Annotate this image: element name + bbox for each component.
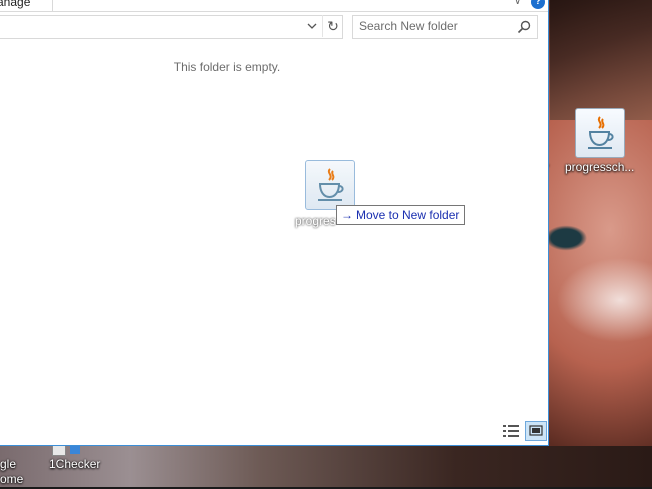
arrow-right-icon: → [341, 208, 353, 222]
refresh-icon[interactable]: ↻ [322, 15, 343, 37]
move-to-tooltip-text: Move to New folder [356, 208, 460, 222]
address-toolbar: ↻ [0, 11, 548, 45]
address-bar[interactable] [0, 15, 343, 39]
wallpaper-detail [550, 0, 652, 120]
desktop-icon-label-1checker[interactable]: 1Checker [49, 457, 100, 471]
desktop-icon-label[interactable]: progressch... [565, 160, 634, 174]
ribbon-divider [52, 0, 53, 11]
desktop-java-file-icon[interactable] [575, 108, 625, 158]
desktop-icon-label-chrome-1[interactable]: gle [0, 457, 16, 471]
ribbon-tab-manage[interactable]: anage [0, 0, 30, 9]
details-view-icon[interactable] [503, 424, 519, 438]
dragged-file-label: progres [295, 214, 336, 228]
search-input[interactable] [359, 18, 509, 34]
java-cup-icon [318, 168, 344, 201]
dragged-java-file-icon[interactable] [305, 160, 355, 210]
desktop-icon-label-chrome-2[interactable]: ome [0, 472, 23, 486]
search-box[interactable] [352, 15, 538, 39]
large-icons-view-icon[interactable] [525, 421, 547, 441]
empty-folder-message: This folder is empty. [173, 60, 281, 74]
java-cup-icon [588, 116, 614, 149]
help-icon[interactable]: ? [531, 0, 545, 9]
explorer-window: anage ∨ ? ↻ This folder is empty. [0, 0, 549, 446]
address-dropdown-chevron-icon[interactable] [305, 15, 319, 37]
search-icon[interactable] [516, 19, 532, 35]
ribbon-expand-chevron-icon[interactable]: ∨ [514, 0, 521, 7]
move-to-tooltip: → Move to New folder [336, 205, 466, 225]
